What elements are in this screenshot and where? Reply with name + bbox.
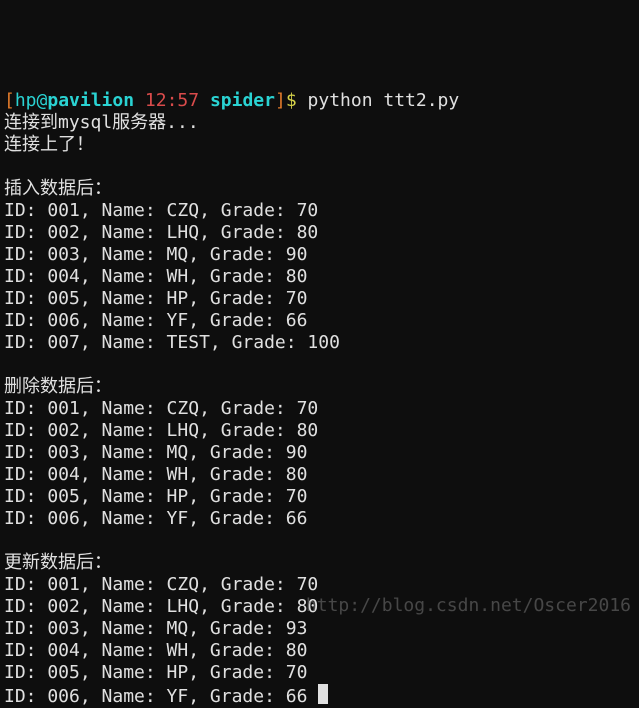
output-line: ID: 001, Name: CZQ, Grade: 70 [4, 200, 318, 221]
output-line: ID: 007, Name: TEST, Grade: 100 [4, 332, 340, 353]
output-line: ID: 004, Name: WH, Grade: 80 [4, 464, 307, 485]
prompt-dir: spider [210, 90, 275, 111]
output-line: ID: 005, Name: HP, Grade: 70 [4, 662, 307, 683]
terminal-cursor [318, 684, 328, 704]
output-line: ID: 002, Name: LHQ, Grade: 80 [4, 420, 318, 441]
output-line: ID: 001, Name: CZQ, Grade: 70 [4, 574, 318, 595]
output-line: ID: 005, Name: HP, Grade: 70 [4, 288, 307, 309]
prompt-bracket-close: ] [275, 90, 286, 111]
section-header-delete: 删除数据后： [4, 376, 112, 397]
prompt-at: @ [37, 90, 48, 111]
section-header-insert: 插入数据后： [4, 178, 112, 199]
output-line: ID: 002, Name: LHQ, Grade: 80 [4, 222, 318, 243]
output-line: ID: 001, Name: CZQ, Grade: 70 [4, 398, 318, 419]
output-line: ID: 005, Name: HP, Grade: 70 [4, 486, 307, 507]
output-line: ID: 004, Name: WH, Grade: 80 [4, 266, 307, 287]
output-line: ID: 006, Name: YF, Grade: 66 [4, 310, 307, 331]
output-line: ID: 006, Name: YF, Grade: 66 [4, 686, 307, 707]
prompt-host: pavilion [47, 90, 134, 111]
prompt-dollar: $ [286, 90, 308, 111]
command-text: python ttt2.py [308, 90, 460, 111]
section-header-update: 更新数据后： [4, 552, 112, 573]
watermark-text: http://blog.csdn.net/Oscer2016 [306, 595, 631, 617]
output-line: 连接到mysql服务器... [4, 112, 199, 133]
output-line: ID: 002, Name: LHQ, Grade: 80 [4, 596, 318, 617]
output-line: ID: 003, Name: MQ, Grade: 93 [4, 618, 307, 639]
output-line: ID: 004, Name: WH, Grade: 80 [4, 640, 307, 661]
output-line: ID: 006, Name: YF, Grade: 66 [4, 508, 307, 529]
output-line: ID: 003, Name: MQ, Grade: 90 [4, 244, 307, 265]
prompt-bracket-open: [ [4, 90, 15, 111]
prompt-user: hp [15, 90, 37, 111]
terminal-content[interactable]: [hp@pavilion 12:57 spider]$ python ttt2.… [4, 90, 459, 707]
prompt-time: 12:57 [145, 90, 199, 111]
output-line: 连接上了！ [4, 134, 94, 155]
output-line: ID: 003, Name: MQ, Grade: 90 [4, 442, 307, 463]
